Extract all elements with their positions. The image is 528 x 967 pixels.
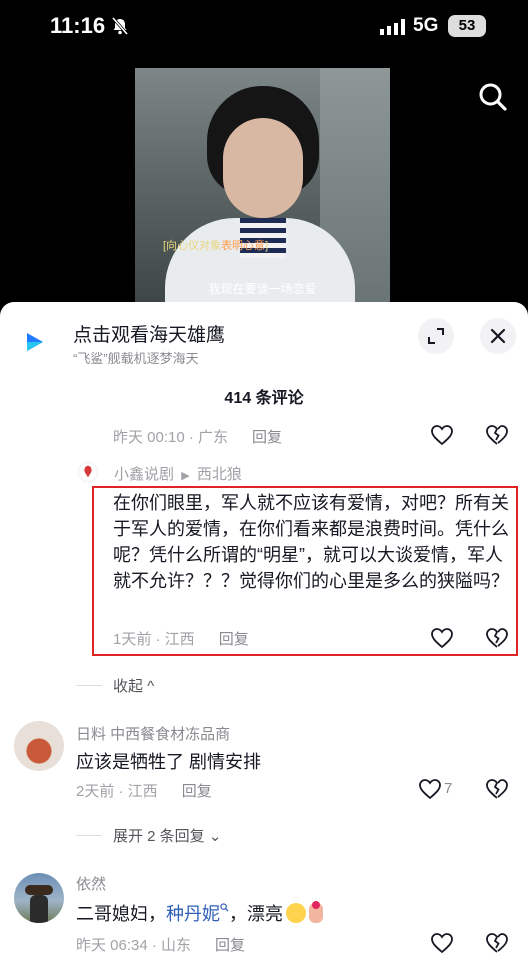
status-bar: 11:16 5G 53 <box>0 0 528 56</box>
expand-icon <box>428 328 444 344</box>
heart-icon[interactable] <box>430 424 454 446</box>
reply-author[interactable]: 小鑫说剧 <box>114 466 174 483</box>
comment-time: 2天前 · 江西 <box>76 783 158 800</box>
search-icon[interactable] <box>478 82 508 112</box>
close-icon <box>490 328 506 344</box>
reply-target[interactable]: 西北狼 <box>197 466 242 483</box>
emoji-finger-heart-icon <box>309 901 323 923</box>
comment-time: 昨天 00:10 · 广东 <box>113 429 229 446</box>
comment-count: 414 条评论 <box>224 390 304 407</box>
comment-meta: 昨天 00:10 · 广东 回复 <box>113 426 282 447</box>
reply-button[interactable]: 回复 <box>182 783 212 800</box>
signal-icon <box>380 19 405 35</box>
heart-icon[interactable] <box>430 627 454 649</box>
avatar[interactable] <box>14 721 64 771</box>
reply-button[interactable]: 回复 <box>252 429 282 446</box>
bell-muted-icon <box>111 17 129 35</box>
video-caption: 我现在要谈一场恋爱 <box>208 282 317 296</box>
reply-button[interactable]: 回复 <box>215 937 245 954</box>
comment-panel: 点击观看海天雄鹰 “飞鲨”舰载机逐梦海天 414 条评论 昨天 00:10 · … <box>0 302 528 967</box>
expand-button[interactable] <box>418 318 454 354</box>
like-count: 7 <box>444 780 453 797</box>
close-button[interactable] <box>480 318 516 354</box>
video-subtitle: [向心仪对象表明心意] <box>163 240 269 252</box>
comment-meta: 2天前 · 江西 回复 <box>76 780 212 801</box>
reply-arrow-icon: ▶ <box>181 470 190 482</box>
broken-heart-icon[interactable] <box>485 424 509 446</box>
comment-text: 应该是牺牲了 剧情安排 <box>76 752 261 772</box>
search-keyword-link[interactable]: 种丹妮 <box>166 904 220 924</box>
collapse-replies-button[interactable]: 收起 ^ <box>113 675 154 696</box>
reply-text: 在你们眼里，军人就不应该有爱情，对吧？所有关于军人的爱情，在你们看来都是浪费时间… <box>113 493 509 591</box>
comment-username[interactable]: 日料 中西餐食材冻品商 <box>76 723 230 744</box>
broken-heart-icon[interactable] <box>485 627 509 649</box>
video-player[interactable]: [向心仪对象表明心意] 我现在要谈一场恋爱 <box>135 68 390 305</box>
battery-level: 53 <box>448 15 486 37</box>
broken-heart-icon[interactable] <box>485 932 509 954</box>
heart-icon[interactable] <box>430 932 454 954</box>
comment-meta: 昨天 06:34 · 山东 回复 <box>76 934 245 955</box>
comment-text: 二哥媳妇，种丹妮 ，漂亮 <box>76 900 323 926</box>
search-small-icon[interactable] <box>220 903 229 912</box>
avatar[interactable] <box>14 873 64 923</box>
reply-button[interactable]: 回复 <box>219 631 249 648</box>
broken-heart-icon[interactable] <box>485 778 509 800</box>
emoji-face-icon <box>286 903 306 923</box>
expand-replies-button[interactable]: 展开 2 条回复 ⌄ <box>113 825 221 846</box>
reply-author-avatar[interactable] <box>78 462 98 482</box>
divider <box>76 685 102 686</box>
reply-time: 1天前 · 江西 <box>113 631 195 648</box>
divider <box>76 835 102 836</box>
heart-icon[interactable] <box>418 778 442 800</box>
network-type: 5G <box>413 15 439 36</box>
comment-username[interactable]: 依然 <box>76 873 106 894</box>
status-time: 11:16 <box>50 13 106 38</box>
reply-meta: 1天前 · 江西 回复 <box>113 628 249 649</box>
comment-time: 昨天 06:34 · 山东 <box>76 937 192 954</box>
reply-header: 小鑫说剧 ▶ 西北狼 <box>114 463 242 484</box>
promo-subtitle: “飞鲨”舰载机逐梦海天 <box>73 351 199 366</box>
promo-title[interactable]: 点击观看海天雄鹰 <box>73 320 225 347</box>
app-logo-icon <box>27 333 43 351</box>
